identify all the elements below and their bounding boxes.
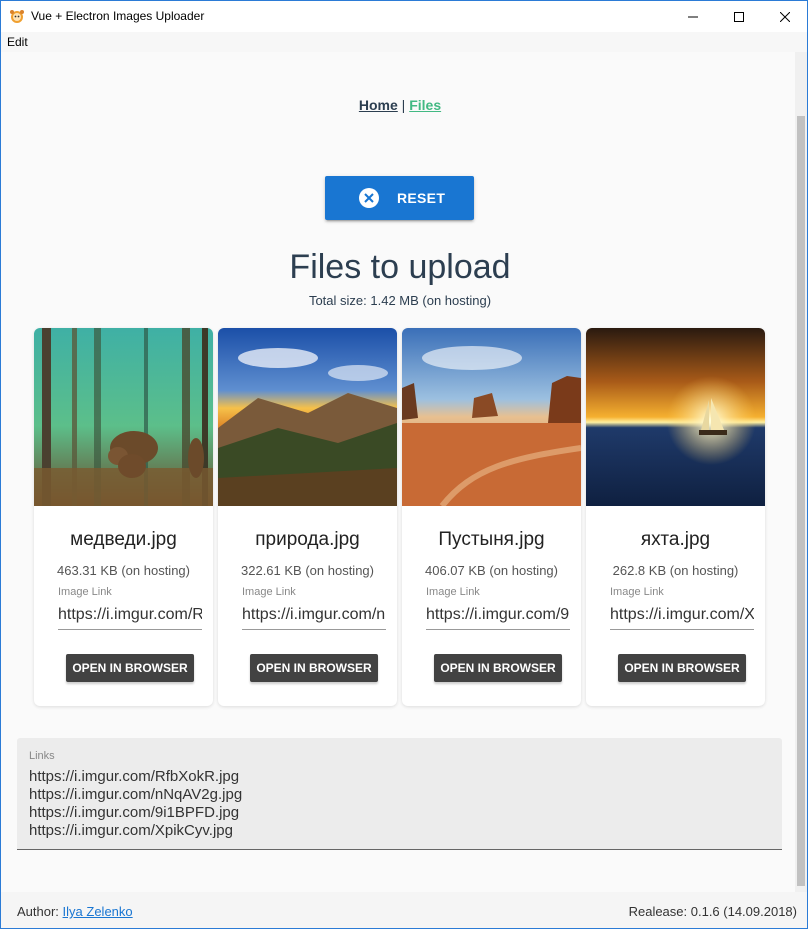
open-in-browser-button[interactable]: OPEN IN BROWSER <box>434 654 562 682</box>
maximize-icon <box>734 11 744 22</box>
footer: Author: Ilya Zelenko Realease: 0.1.6 (14… <box>1 892 807 928</box>
app-icon <box>9 8 25 24</box>
file-name: яхта.jpg <box>640 529 711 550</box>
app-window: Vue + Electron Images Uploader Edit Home… <box>0 0 808 929</box>
file-card: медведи.jpg 463.31 KB (on hosting) Image… <box>34 328 213 706</box>
reset-button[interactable]: RESET <box>325 176 474 220</box>
nav-links: Home | Files <box>1 97 799 113</box>
file-card: Пустыня.jpg 406.07 KB (on hosting) Image… <box>402 328 581 706</box>
open-in-browser-button[interactable]: OPEN IN BROWSER <box>66 654 194 682</box>
image-link-label: Image Link <box>58 586 112 598</box>
file-thumbnail <box>218 328 397 506</box>
file-thumbnail <box>402 328 581 506</box>
image-link-input[interactable] <box>58 600 202 630</box>
file-thumbnail <box>34 328 213 506</box>
nav-separator: | <box>401 97 406 113</box>
links-label: Links <box>29 750 55 762</box>
file-size: 262.8 KB (on hosting) <box>612 563 739 578</box>
file-card: природа.jpg 322.61 KB (on hosting) Image… <box>218 328 397 706</box>
image-link-label: Image Link <box>426 586 480 598</box>
file-name: природа.jpg <box>255 529 360 550</box>
main-content: Home | Files RESET Files to upload Total… <box>1 52 807 892</box>
close-circle-icon <box>359 188 379 208</box>
open-in-browser-button[interactable]: OPEN IN BROWSER <box>250 654 378 682</box>
author-prefix: Author: <box>17 904 59 919</box>
image-link-input[interactable] <box>426 600 570 630</box>
nav-link-home[interactable]: Home <box>359 97 398 113</box>
open-in-browser-button[interactable]: OPEN IN BROWSER <box>618 654 746 682</box>
nav-link-files[interactable]: Files <box>409 97 441 113</box>
file-size: 322.61 KB (on hosting) <box>241 563 374 578</box>
title-bar: Vue + Electron Images Uploader <box>1 1 807 32</box>
total-size: Total size: 1.42 MB (on hosting) <box>308 293 492 308</box>
vertical-scrollbar[interactable] <box>795 52 807 892</box>
scrollbar-thumb[interactable] <box>797 116 805 886</box>
maximize-button[interactable] <box>716 1 762 32</box>
file-thumbnail <box>586 328 765 506</box>
window-title: Vue + Electron Images Uploader <box>31 9 205 23</box>
close-button[interactable] <box>762 1 807 32</box>
minimize-button[interactable] <box>670 1 716 32</box>
image-link-input[interactable] <box>610 600 754 630</box>
file-name: медведи.jpg <box>70 529 177 550</box>
image-link-label: Image Link <box>242 586 296 598</box>
menu-item-edit[interactable]: Edit <box>7 35 28 49</box>
image-link-label: Image Link <box>610 586 664 598</box>
file-card: яхта.jpg 262.8 KB (on hosting) Image Lin… <box>586 328 765 706</box>
file-size: 406.07 KB (on hosting) <box>425 563 558 578</box>
page-title: Files to upload <box>289 248 511 286</box>
author-link[interactable]: Ilya Zelenko <box>63 904 133 919</box>
author-info: Author: Ilya Zelenko <box>17 904 133 919</box>
close-icon <box>780 11 790 22</box>
links-text: https://i.imgur.com/RfbXokR.jpg https://… <box>29 768 243 839</box>
file-size: 463.31 KB (on hosting) <box>57 563 190 578</box>
links-textarea[interactable]: Links https://i.imgur.com/RfbXokR.jpg ht… <box>17 738 782 850</box>
reset-button-label: RESET <box>397 190 446 206</box>
file-name: Пустыня.jpg <box>438 529 545 550</box>
menu-bar: Edit <box>1 32 807 52</box>
image-link-input[interactable] <box>242 600 386 630</box>
release-info: Realease: 0.1.6 (14.09.2018) <box>628 904 797 919</box>
minimize-icon <box>688 16 698 17</box>
